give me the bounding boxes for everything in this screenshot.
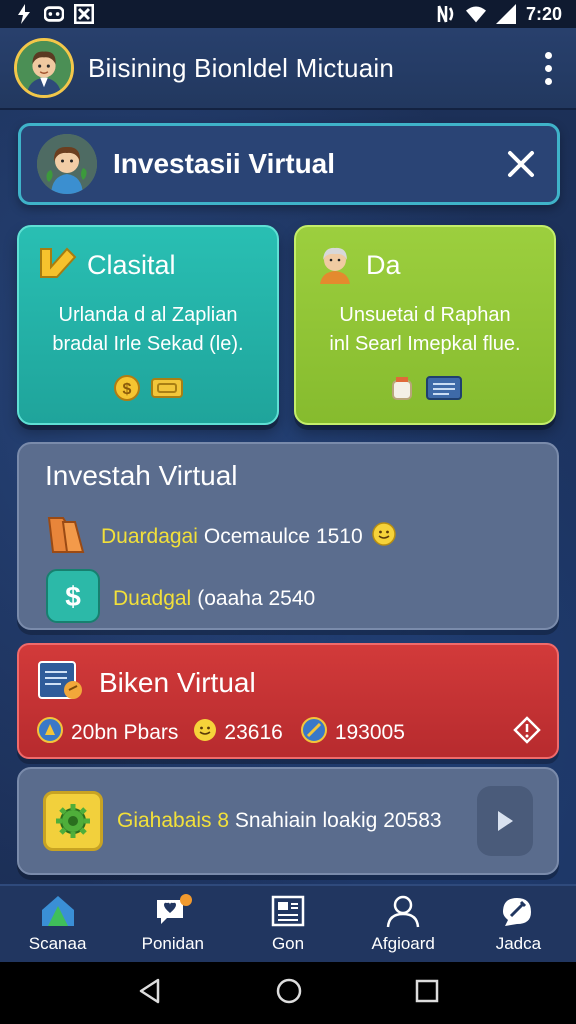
card-body-line: inl Searl Imepkal flue. <box>329 333 521 355</box>
nav-item-ponidan[interactable]: Ponidan <box>115 886 230 962</box>
recents-icon[interactable] <box>414 978 440 1009</box>
notification-icon <box>74 4 94 24</box>
warning-icon[interactable] <box>513 716 541 750</box>
dot-icon <box>544 64 552 72</box>
folder-icon <box>45 512 89 562</box>
home-icon <box>38 894 78 928</box>
newspaper-icon <box>270 894 306 928</box>
dot-icon <box>544 77 552 85</box>
virtual-investment-panel: Investah Virtual Duardagai Ocemaulce 151… <box>17 442 559 630</box>
nav-label: Afgioard <box>371 934 435 953</box>
red-bar-title: Biken Virtual <box>99 667 256 698</box>
stat-value: 193005 <box>334 721 405 744</box>
chat-heart-icon <box>153 894 193 928</box>
smiley-icon <box>371 521 397 553</box>
nfc-icon <box>436 4 456 24</box>
stat-value: 23616 <box>224 721 283 744</box>
jar-icon <box>387 373 417 408</box>
nav-item-jadca[interactable]: Jadca <box>461 886 576 962</box>
close-button[interactable] <box>501 144 541 184</box>
app-title: Biisining Bionldel Mictuain <box>88 52 394 83</box>
dot-icon <box>544 51 552 59</box>
home-circle-icon[interactable] <box>275 977 303 1010</box>
card-body-line: Unsuetai d Raphan <box>339 304 511 326</box>
svg-text:$: $ <box>123 381 132 398</box>
virtual-bike-bar[interactable]: Biken Virtual 20bn Pbars 23616 193005 <box>17 643 559 759</box>
gear-icon <box>43 791 103 851</box>
play-arrow-icon <box>498 811 513 831</box>
nav-item-gon[interactable]: Gon <box>230 886 345 962</box>
nav-label: Jadca <box>495 934 542 953</box>
tools-icon <box>499 894 537 928</box>
bottom-card-text: Giahabais 8 Snahiain loakig 20583 <box>117 809 477 833</box>
bottom-navigation: Scanaa Ponidan Gon Afgioard Jadca <box>0 884 576 962</box>
row-label: Duadgal <box>113 587 192 610</box>
more-options-button[interactable] <box>534 51 562 85</box>
card-title: Clasital <box>87 249 176 280</box>
investment-banner[interactable]: Investasii Virtual <box>18 123 560 205</box>
bottom-card-value: Snahiain loakig 20583 <box>234 809 442 832</box>
wifi-icon <box>465 4 486 24</box>
panel-row[interactable]: Duardagai Ocemaulce 1510 <box>45 506 531 568</box>
card-body-line: Urlanda d al Zaplian <box>58 304 238 326</box>
bottom-info-card[interactable]: Giahabais 8 Snahiain loakig 20583 <box>17 767 559 875</box>
banner-avatar <box>37 134 97 194</box>
app-bar: Biisining Bionldel Mictuain <box>0 28 576 110</box>
nav-item-afgioard[interactable]: Afgioard <box>346 886 461 962</box>
svg-text:$: $ <box>65 581 81 612</box>
status-time: 7:20 <box>525 3 562 24</box>
flash-icon <box>14 4 34 24</box>
row-label: Duardagai <box>101 525 198 548</box>
nav-item-scanaa[interactable]: Scanaa <box>0 886 115 962</box>
elder-avatar-icon <box>314 242 356 289</box>
card-body-line: bradal Irle Sekad (le). <box>52 333 244 355</box>
row-value: (oaaha 2540 <box>197 587 316 610</box>
banner-title: Investasii Virtual <box>113 148 336 179</box>
card-description: Urlanda d al Zaplian bradal Irle Sekad (… <box>37 301 259 359</box>
signal-icon <box>495 4 516 24</box>
stat-value: 20bn Pbars <box>71 721 179 744</box>
globe-icon <box>299 715 329 751</box>
card-da[interactable]: Da Unsuetai d Raphan inl Searl Imepkal f… <box>294 225 556 425</box>
compass-icon <box>35 715 65 751</box>
card-clasital[interactable]: Clasital Urlanda d al Zaplian bradal Irl… <box>17 225 279 425</box>
tag-icon <box>37 243 77 288</box>
document-icon <box>425 373 463 408</box>
dollar-icon: $ <box>45 568 101 630</box>
nav-label: Gon <box>271 934 305 953</box>
profile-icon <box>385 894 421 928</box>
bottom-card-label: Giahabais 8 <box>117 809 230 832</box>
panel-title: Investah Virtual <box>45 460 238 491</box>
close-icon <box>508 151 534 177</box>
game-icon <box>44 4 64 24</box>
book-icon <box>35 656 85 711</box>
next-button[interactable] <box>477 786 533 856</box>
cash-icon <box>150 373 184 408</box>
smiley-icon <box>192 717 218 749</box>
panel-row[interactable]: $ Duadgal (oaaha 2540 <box>45 568 531 630</box>
system-navigation <box>0 962 576 1024</box>
nav-label: Scanaa <box>28 934 87 953</box>
card-title: Da <box>366 249 401 280</box>
avatar[interactable] <box>14 38 74 98</box>
coin-icon: $ <box>112 373 142 408</box>
nav-label: Ponidan <box>141 934 204 953</box>
back-icon[interactable] <box>136 977 164 1010</box>
card-description: Unsuetai d Raphan inl Searl Imepkal flue… <box>314 301 536 359</box>
status-bar: 7:20 <box>0 0 576 28</box>
row-value: Ocemaulce 1510 <box>203 525 363 548</box>
